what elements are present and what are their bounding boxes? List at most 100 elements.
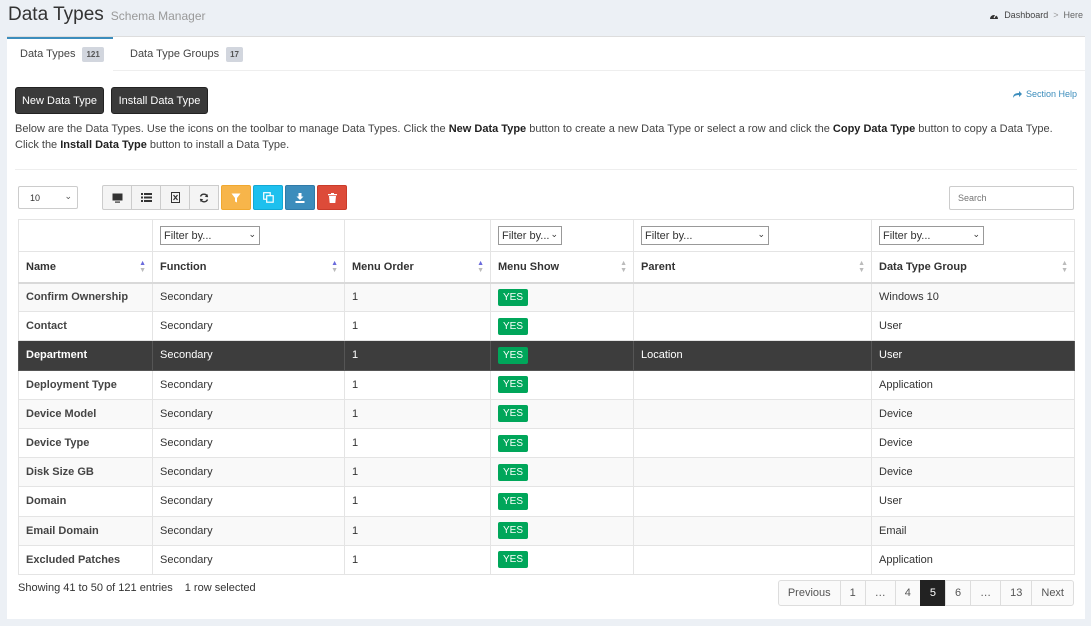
- yes-badge: YES: [498, 463, 529, 481]
- list-view-button[interactable]: [131, 185, 161, 210]
- cell-function: Secondary: [152, 281, 345, 313]
- table-row[interactable]: Device Type Secondary 1 YES Device: [18, 427, 1075, 459]
- cell-name: Deployment Type: [18, 369, 153, 400]
- sort-icon: ▲ ▼: [1061, 260, 1068, 274]
- breadcrumb-dashboard[interactable]: Dashboard: [1004, 10, 1048, 20]
- table-row[interactable]: Domain Secondary 1 YES User: [18, 486, 1075, 517]
- chevron-down-icon: ⌄: [64, 191, 72, 201]
- menu-show-filter-select[interactable]: Filter by... ⌄: [498, 226, 562, 245]
- cell-menu-show: YES: [490, 544, 634, 575]
- column-header-data-type-group[interactable]: Data Type Group ▲ ▼: [871, 251, 1075, 284]
- header-row: Name ▲ ▼ Function ▲ ▼ Menu Order ▲ ▼ Menu Show…: [18, 251, 1075, 284]
- cell-parent: [633, 398, 872, 429]
- table-row[interactable]: Device Model Secondary 1 YES Device: [18, 398, 1075, 429]
- cell-function: Secondary: [152, 515, 345, 546]
- function-filter-select[interactable]: Filter by... ⌄: [160, 226, 260, 245]
- column-header-function[interactable]: Function ▲ ▼: [152, 251, 345, 284]
- table-row[interactable]: Disk Size GB Secondary 1 YES Device: [18, 457, 1075, 488]
- cell-data-type-group: Device: [871, 398, 1075, 429]
- cell-name: Confirm Ownership: [18, 281, 153, 313]
- count-badge: 121: [82, 46, 104, 62]
- breadcrumb: Dashboard > Here: [989, 10, 1083, 20]
- table-row[interactable]: Excluded Patches Secondary 1 YES Application: [18, 544, 1075, 575]
- page-size-value: 10: [30, 192, 41, 203]
- cell-menu-show: YES: [490, 281, 634, 313]
- cell-parent: [633, 457, 872, 488]
- table-row[interactable]: Contact Secondary 1 YES User: [18, 311, 1075, 342]
- refresh-button[interactable]: [189, 185, 219, 210]
- tab-label: Data Types: [20, 48, 76, 60]
- share-icon: [1012, 90, 1022, 98]
- page-size-select[interactable]: 10 ⌄: [18, 186, 78, 209]
- cell-name: Device Model: [18, 398, 153, 429]
- chevron-down-icon: ⌄: [972, 229, 980, 239]
- cell-name: Device Type: [18, 427, 153, 459]
- pagination-page-13[interactable]: 13: [1000, 580, 1033, 606]
- yes-badge: YES: [498, 288, 529, 306]
- parent-filter-select[interactable]: Filter by... ⌄: [641, 226, 769, 245]
- install-data-type-button[interactable]: Install Data Type: [111, 87, 208, 114]
- cell-menu-order: 1: [344, 311, 491, 342]
- table-row[interactable]: Confirm Ownership Secondary 1 YES Windows 10: [18, 281, 1075, 313]
- cell-menu-show: YES: [490, 311, 634, 342]
- table-row[interactable]: Deployment Type Secondary 1 YES Application: [18, 369, 1075, 400]
- yes-badge: YES: [498, 376, 529, 394]
- tab-bar: Data Types 121 Data Type Groups 17: [7, 37, 1085, 71]
- cell-name: Contact: [18, 311, 153, 342]
- pagination-page-5[interactable]: 5: [919, 580, 946, 606]
- yes-badge: YES: [498, 405, 529, 423]
- cell-data-type-group: Windows 10: [871, 281, 1075, 313]
- export-excel-button[interactable]: [160, 185, 190, 210]
- pagination-page-1[interactable]: 1: [839, 580, 866, 606]
- cell-menu-order: 1: [344, 515, 491, 546]
- dashboard-icon: [990, 13, 999, 19]
- cell-function: Secondary: [152, 486, 345, 517]
- monitor-icon: [112, 193, 122, 203]
- cell-menu-order: 1: [344, 281, 491, 313]
- delete-button[interactable]: [317, 185, 347, 210]
- column-header-name[interactable]: Name ▲ ▼: [18, 251, 153, 284]
- data-type-group-filter-select[interactable]: Filter by... ⌄: [879, 226, 984, 245]
- table-row[interactable]: Email Domain Secondary 1 YES Email: [18, 515, 1075, 546]
- sort-icon: ▲ ▼: [331, 260, 338, 274]
- cell-menu-show: YES: [490, 457, 634, 488]
- chevron-down-icon: ⌄: [757, 229, 765, 239]
- cell-menu-order: 1: [344, 457, 491, 488]
- page-title: Data Types: [8, 4, 104, 25]
- tab-data-type-groups[interactable]: Data Type Groups 17: [117, 37, 243, 71]
- column-header-menu-order[interactable]: Menu Order ▲ ▼: [344, 251, 491, 284]
- new-data-type-button[interactable]: New Data Type: [15, 87, 104, 114]
- pagination-page-4[interactable]: 4: [894, 580, 921, 606]
- tab-label: Data Type Groups: [130, 48, 220, 60]
- column-header-menu-show[interactable]: Menu Show ▲ ▼: [490, 251, 634, 284]
- pagination-page-6[interactable]: 6: [945, 580, 972, 606]
- column-header-parent[interactable]: Parent ▲ ▼: [633, 251, 872, 284]
- sort-icon: ▲ ▼: [477, 260, 484, 274]
- table-row-selected[interactable]: Department Secondary 1 YES Location User: [18, 340, 1075, 371]
- cell-menu-show: YES: [490, 427, 634, 459]
- cell-function: Secondary: [152, 544, 345, 575]
- install-button[interactable]: [285, 185, 315, 210]
- yes-badge: YES: [498, 522, 529, 540]
- cell-parent: [633, 311, 872, 342]
- copy-data-type-button[interactable]: [253, 185, 283, 210]
- column-visibility-button[interactable]: [102, 185, 132, 210]
- divider: [15, 169, 1077, 170]
- sort-icon: ▲ ▼: [139, 260, 146, 274]
- search-input[interactable]: [949, 186, 1074, 210]
- trash-icon: [327, 192, 337, 203]
- cell-name: Department: [18, 340, 153, 371]
- cell-parent: [633, 515, 872, 546]
- excel-file-icon: [170, 192, 180, 203]
- cell-function: Secondary: [152, 398, 345, 429]
- section-help-link[interactable]: Section Help: [1012, 89, 1077, 99]
- tab-data-types[interactable]: Data Types 121: [7, 37, 113, 71]
- cell-menu-show: YES: [490, 398, 634, 429]
- pagination-previous[interactable]: Previous: [777, 580, 841, 606]
- breadcrumb-separator: >: [1053, 10, 1059, 20]
- filter-button[interactable]: [221, 185, 251, 210]
- cell-menu-order: 1: [344, 427, 491, 459]
- pagination-next[interactable]: Next: [1031, 580, 1074, 606]
- cell-menu-order: 1: [344, 486, 491, 517]
- cell-data-type-group: Device: [871, 457, 1075, 488]
